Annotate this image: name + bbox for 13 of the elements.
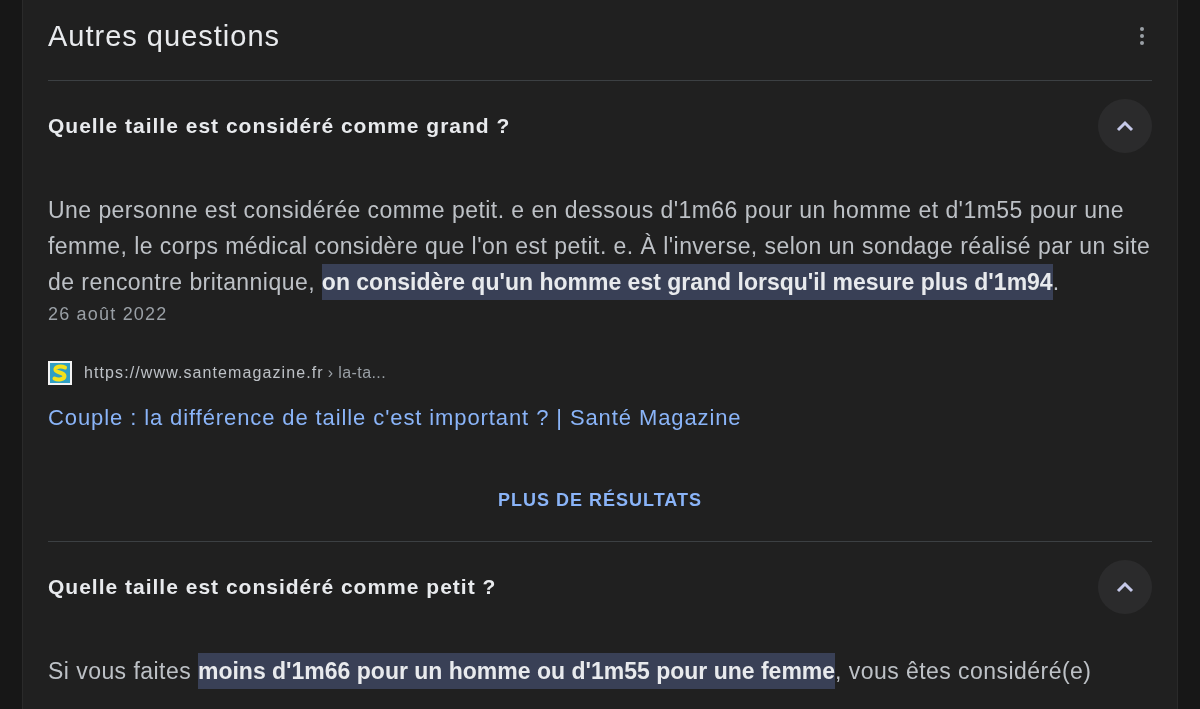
url-path: › la-ta... [327,363,387,383]
section-title: Autres questions [48,19,280,54]
more-vertical-icon [1140,27,1144,45]
site-logo-icon [48,361,72,385]
chevron-up-icon [1116,120,1134,132]
answer-date: 26 août 2022 [48,304,168,324]
result-link[interactable]: Couple : la différence de taille c'est important ? | Santé Magazine [48,405,742,430]
chevron-up-icon [1116,581,1134,593]
site-url: https://www.santemagazine.fr [84,363,324,383]
question-text[interactable]: Quelle taille est considéré comme petit ? [48,573,497,601]
answer-text: Une personne est considérée comme petit. e en dessous d'1m66 pour un homme et d'1m55 pour une femme, le corps médical considère que l'on est petit. e. À l'inverse, selon un sondage réalisé par un site de rencontre britannique, on considère qu'un homme est grand lorsqu'il mesure plus d'1m94. [48,192,1152,300]
question-text[interactable]: Quelle taille est considéré comme grand ? [48,112,511,140]
more-results-button[interactable]: PLUS DE RÉSULTATS [486,480,714,520]
